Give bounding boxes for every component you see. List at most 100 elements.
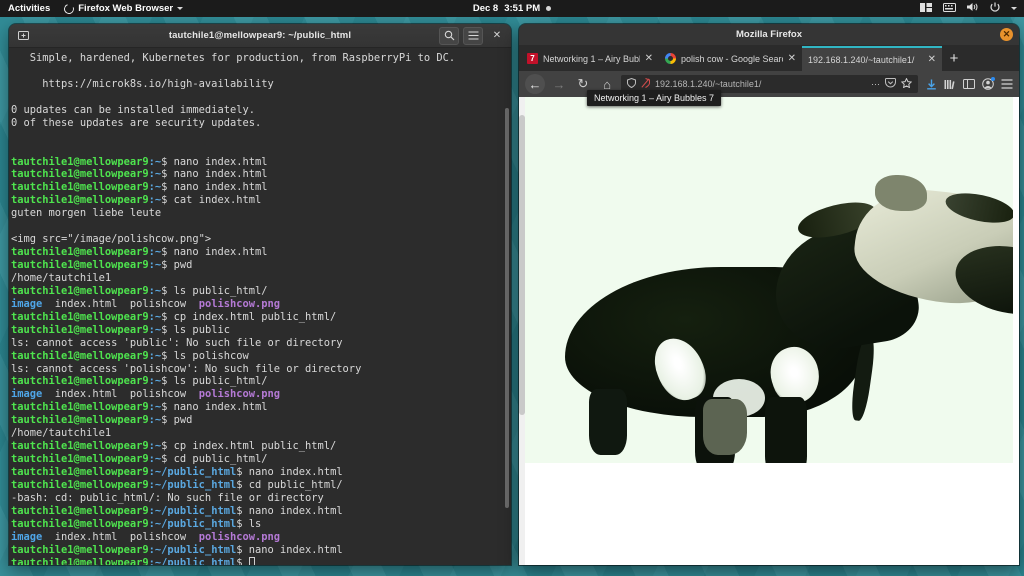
- terminal-line: tautchile1@mellowpear9:~$ ls public_html…: [11, 284, 268, 297]
- close-icon[interactable]: ✕: [928, 54, 936, 65]
- power-icon[interactable]: [990, 2, 1000, 15]
- new-tab-button[interactable]: +: [942, 46, 966, 71]
- google-favicon-icon: [665, 53, 676, 64]
- terminal-line: image index.html polishcow polishcow.png: [11, 530, 281, 543]
- app-menu-firefox[interactable]: Firefox Web Browser: [62, 1, 184, 16]
- tab-google-search[interactable]: polish cow - Google Search ✕: [659, 46, 802, 71]
- terminal-line: tautchile1@mellowpear9:~$ pwd: [11, 414, 193, 427]
- terminal-scrollbar-thumb[interactable]: [505, 108, 509, 508]
- back-button-icon[interactable]: ←: [525, 74, 545, 94]
- terminal-line: tautchile1@mellowpear9:~$ cd public_html…: [11, 453, 268, 466]
- terminal-line: tautchile1@mellowpear9:~$ nano index.htm…: [11, 401, 268, 414]
- tracking-protection-off-icon[interactable]: [641, 78, 650, 90]
- firefox-titlebar: Mozilla Firefox ✕: [519, 24, 1019, 46]
- terminal-line: guten morgen liebe leute: [11, 207, 162, 220]
- tab-label: Networking 1 – Airy Bubble: [543, 53, 640, 64]
- terminal-line: tautchile1@mellowpear9:~/public_html$ ls: [11, 517, 262, 530]
- chevron-down-icon[interactable]: [1011, 7, 1017, 10]
- terminal-line: tautchile1@mellowpear9:~/public_html$ cd…: [11, 478, 343, 491]
- tab-local-site[interactable]: 192.168.1.240/~tautchile1/ ✕: [802, 46, 942, 71]
- terminal-line: tautchile1@mellowpear9:~$ cp index.html …: [11, 310, 337, 323]
- tab-label: 192.168.1.240/~tautchile1/: [808, 54, 915, 65]
- panel-status-group[interactable]: [920, 0, 1017, 17]
- terminal-line: /home/tautchile1: [11, 271, 112, 284]
- terminal-line: tautchile1@mellowpear9:~/public_html$ na…: [11, 504, 343, 517]
- terminal-line: tautchile1@mellowpear9:~$ nano index.htm…: [11, 246, 268, 259]
- panel-left-group: Activities Firefox Web Browser: [0, 1, 184, 16]
- page-actions-icon[interactable]: ⋯: [871, 79, 880, 90]
- account-avatar-icon[interactable]: [982, 77, 995, 90]
- shield-icon[interactable]: [627, 77, 636, 90]
- keyboard-icon[interactable]: [943, 2, 956, 15]
- panel-date: Dec 8: [472, 3, 499, 14]
- terminal-line: 0 updates can be installed immediately.: [11, 103, 255, 116]
- forward-button-icon[interactable]: →: [549, 74, 569, 94]
- terminal-line: tautchile1@mellowpear9:~$ nano index.htm…: [11, 168, 268, 181]
- firefox-tab-bar: 7 Networking 1 – Airy Bubble ✕ polish co…: [519, 46, 1019, 71]
- tab-networking[interactable]: 7 Networking 1 – Airy Bubble ✕: [521, 46, 659, 71]
- firefox-navigation-bar: ← → ↻ ⌂ 192.168.1.240/~tautchile1/ ⋯ Net…: [519, 71, 1019, 106]
- terminal-line: /home/tautchile1: [11, 427, 112, 440]
- tab-label: polish cow - Google Search: [681, 53, 783, 64]
- hamburger-menu-icon[interactable]: [1001, 79, 1013, 89]
- terminal-cursor: [248, 556, 255, 565]
- hamburger-menu-icon[interactable]: [463, 26, 483, 45]
- pocket-icon[interactable]: [885, 78, 896, 90]
- terminal-scrollbar[interactable]: [503, 48, 511, 565]
- terminal-output: Simple, hardened, Kubernetes for product…: [9, 48, 461, 565]
- terminal-line: tautchile1@mellowpear9:~/public_html$ na…: [11, 466, 343, 478]
- terminal-line: image index.html polishcow polishcow.png: [11, 297, 281, 310]
- cow-leg-shape: [589, 389, 627, 455]
- terminal-body[interactable]: Simple, hardened, Kubernetes for product…: [9, 48, 511, 565]
- cow-horn-shape: [875, 175, 927, 211]
- new-terminal-icon[interactable]: [13, 27, 33, 45]
- polish-cow-image: [525, 97, 1013, 463]
- terminal-title: tautchile1@mellowpear9: ~/public_html: [168, 30, 352, 41]
- firefox-window-title: Mozilla Firefox: [736, 29, 802, 40]
- terminal-line: tautchile1@mellowpear9:~$ ls public_html…: [11, 375, 268, 388]
- terminal-line: tautchile1@mellowpear9:~$ cat index.html: [11, 194, 262, 207]
- terminal-line: 0 of these updates are security updates.: [11, 116, 262, 129]
- close-icon[interactable]: ✕: [645, 53, 653, 64]
- terminal-line: -bash: cd: public_html/: No such file or…: [11, 491, 324, 504]
- firefox-window: Mozilla Firefox ✕ 7 Networking 1 – Airy …: [519, 24, 1019, 565]
- terminal-line: ls: cannot access 'polishcow': No such f…: [11, 362, 362, 375]
- terminal-line: tautchile1@mellowpear9:~$ ls public: [11, 323, 230, 336]
- terminal-line: <img src="/image/polishcow.png">: [11, 233, 212, 246]
- chevron-down-icon: [177, 7, 184, 10]
- cow-leg-shape: [765, 397, 807, 463]
- firefox-logo-icon: [62, 1, 76, 16]
- activities-button[interactable]: Activities: [8, 3, 50, 14]
- terminal-line: tautchile1@mellowpear9:~$ pwd: [11, 259, 193, 271]
- search-icon[interactable]: [439, 26, 459, 45]
- library-icon[interactable]: [944, 79, 956, 90]
- close-icon[interactable]: ✕: [487, 27, 507, 45]
- terminal-line: ls: cannot access 'public': No such file…: [11, 336, 343, 349]
- gnome-top-panel: Activities Firefox Web Browser Dec 8 3:5…: [0, 0, 1024, 17]
- workspace-switcher-icon[interactable]: [920, 2, 932, 15]
- terminal-line: tautchile1@mellowpear9:~/public_html$: [11, 556, 455, 565]
- terminal-line: tautchile1@mellowpear9:~$ nano index.htm…: [11, 181, 268, 194]
- download-arrow-icon[interactable]: [926, 79, 937, 90]
- terminal-window: tautchile1@mellowpear9: ~/public_html ✕ …: [9, 24, 511, 565]
- volume-icon[interactable]: [967, 2, 979, 15]
- terminal-titlebar: tautchile1@mellowpear9: ~/public_html ✕: [9, 24, 511, 48]
- url-text[interactable]: 192.168.1.240/~tautchile1/: [655, 79, 866, 89]
- terminal-line: tautchile1@mellowpear9:~/public_html$ na…: [11, 543, 343, 556]
- sidebar-icon[interactable]: [963, 79, 975, 89]
- star-icon[interactable]: [900, 77, 913, 90]
- activities-label: Activities: [8, 3, 51, 14]
- terminal-line: tautchile1@mellowpear9:~$ nano index.htm…: [11, 155, 268, 168]
- browser-content-area[interactable]: [519, 97, 1019, 565]
- terminal-line: image index.html polishcow polishcow.png: [11, 388, 281, 401]
- terminal-line: tautchile1@mellowpear9:~$ ls polishcow: [11, 349, 249, 362]
- close-icon[interactable]: ✕: [788, 53, 796, 64]
- terminal-line: Simple, hardened, Kubernetes for product…: [11, 52, 456, 64]
- close-icon[interactable]: ✕: [1000, 28, 1013, 41]
- panel-time: 3:51 PM: [504, 3, 541, 14]
